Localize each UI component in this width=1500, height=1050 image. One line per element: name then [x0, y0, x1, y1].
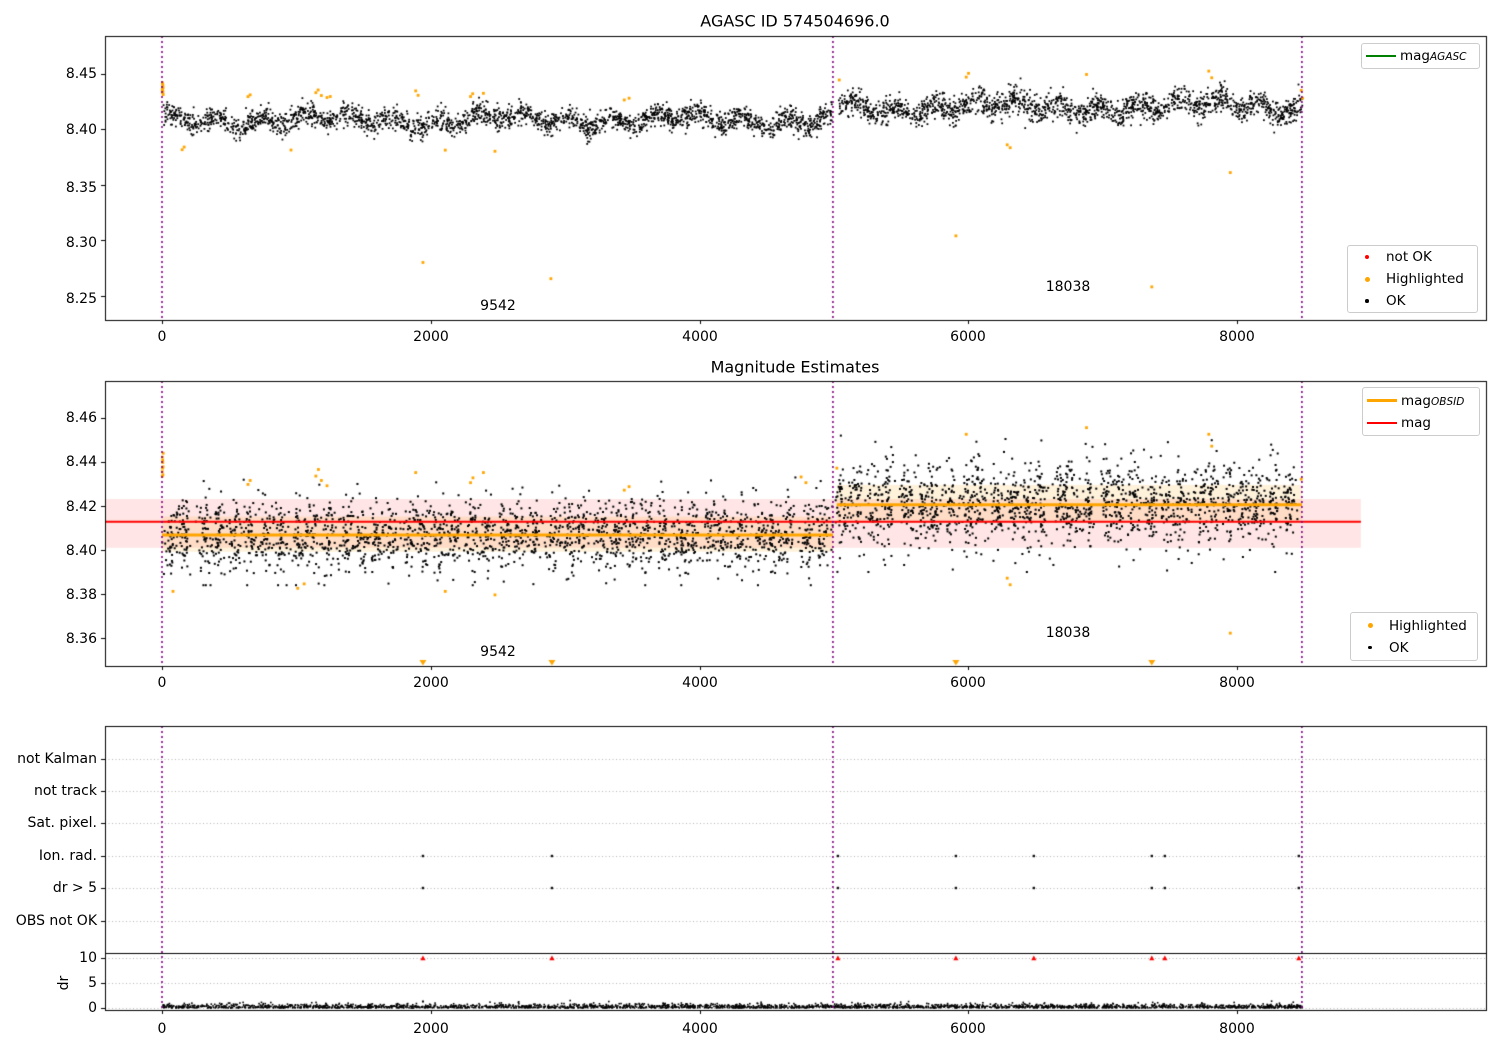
black-dot-icon	[1348, 299, 1386, 303]
obsid-label-18038-middle: 18038	[1045, 625, 1091, 641]
p3-ytick-10: 10	[79, 950, 97, 966]
legend-middle-markers: Highlighted OK	[1350, 612, 1478, 661]
green-line-icon	[1362, 55, 1400, 57]
p1-xtick: 0	[157, 329, 167, 345]
legend-label-mag-obsid: magOBSID	[1401, 392, 1465, 409]
obsid-label-9542-top: 9542	[480, 298, 516, 314]
p3-xtick: 6000	[950, 1021, 986, 1037]
p2-xtick: 4000	[682, 675, 718, 691]
legend-label-mag: mag	[1401, 414, 1431, 431]
p1-ytick: 8.25	[65, 291, 97, 307]
p3-ytick-sat-pixel: Sat. pixel.	[27, 815, 97, 831]
p3-ytick-not-kalman: not Kalman	[17, 751, 97, 767]
legend-label-ok: OK	[1389, 639, 1409, 656]
p2-ytick: 8.36	[65, 631, 97, 647]
p1-ytick: 8.35	[65, 180, 97, 196]
p2-xtick: 8000	[1219, 675, 1255, 691]
plot-canvas	[0, 0, 1500, 1050]
p3-xtick: 2000	[413, 1021, 449, 1037]
p3-ytick-obs-not-ok: OBS not OK	[15, 913, 97, 929]
p3-xtick: 0	[157, 1021, 167, 1037]
legend-label-highlighted: Highlighted	[1389, 617, 1467, 634]
legend-label-not-ok: not OK	[1386, 249, 1432, 265]
p1-ytick: 8.40	[65, 122, 97, 138]
p3-ytick-dr-gt-5: dr > 5	[52, 880, 97, 896]
p2-xtick: 2000	[413, 675, 449, 691]
p1-ytick: 8.30	[65, 235, 97, 251]
p2-ytick: 8.40	[65, 543, 97, 559]
p3-ytick-ion-rad: Ion. rad.	[38, 848, 97, 864]
p3-xtick: 8000	[1219, 1021, 1255, 1037]
p1-xtick: 4000	[682, 329, 718, 345]
middle-plot-title: Magnitude Estimates	[710, 357, 880, 377]
p1-xtick: 6000	[950, 329, 986, 345]
figure: AGASC ID 574504696.0 Magnitude Estimates…	[0, 0, 1500, 1050]
red-dot-icon	[1348, 255, 1386, 259]
p2-ytick: 8.38	[65, 587, 97, 603]
orange-dot-icon	[1351, 623, 1389, 628]
p1-xtick: 8000	[1219, 329, 1255, 345]
legend-label-highlighted: Highlighted	[1386, 271, 1464, 287]
p2-ytick: 8.46	[65, 410, 97, 426]
orange-line-icon	[1363, 399, 1401, 402]
orange-dot-icon	[1348, 276, 1386, 282]
obsid-label-18038-top: 18038	[1045, 279, 1091, 295]
obsid-label-9542-middle: 9542	[480, 644, 516, 660]
legend-middle-lines: magOBSID mag	[1362, 387, 1480, 436]
p3-ytick-not-track: not track	[33, 783, 97, 799]
p3-ytick-0: 0	[88, 1000, 97, 1016]
black-dot-icon	[1351, 645, 1389, 650]
legend-label-mag-agasc: magAGASC	[1400, 48, 1467, 64]
p3-xtick: 4000	[682, 1021, 718, 1037]
red-line-icon	[1363, 421, 1401, 424]
p2-ytick: 8.42	[65, 499, 97, 515]
legend-top-markers: not OK Highlighted OK	[1347, 245, 1478, 313]
legend-label-ok: OK	[1386, 293, 1406, 309]
p2-xtick: 0	[157, 675, 167, 691]
legend-mag-agasc: magAGASC	[1361, 43, 1480, 69]
p3-ytick-5: 5	[88, 975, 97, 991]
p3-ylabel-dr: dr	[56, 975, 72, 991]
p2-ytick: 8.44	[65, 454, 97, 470]
p1-ytick: 8.45	[65, 66, 97, 82]
p2-xtick: 6000	[950, 675, 986, 691]
top-plot-title: AGASC ID 574504696.0	[700, 11, 890, 31]
p1-xtick: 2000	[413, 329, 449, 345]
